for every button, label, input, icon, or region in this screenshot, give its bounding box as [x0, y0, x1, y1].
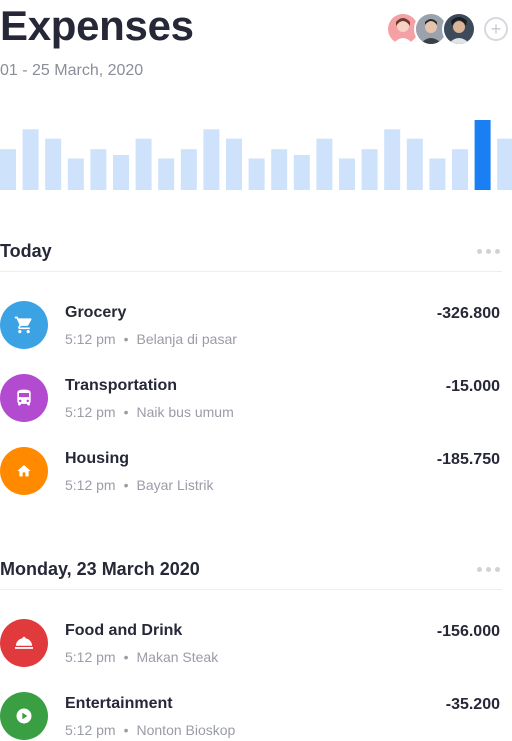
item-amount: -35.200	[445, 696, 500, 713]
bar-chart-svg	[0, 120, 512, 191]
chart-bar[interactable]	[271, 149, 288, 190]
item-name: Grocery	[65, 304, 127, 321]
item-time: 5:12 pm	[65, 477, 116, 493]
item-note: Naik bus umum	[136, 404, 234, 420]
chart-bar[interactable]	[361, 149, 378, 190]
meta-separator: •	[123, 649, 129, 665]
chart-bar[interactable]	[203, 129, 220, 190]
chart-bar[interactable]	[45, 138, 62, 190]
chart-bar[interactable]	[452, 149, 468, 190]
item-note: Belanja di pasar	[136, 331, 237, 347]
item-meta: 5:12 pm • Bayar Listrik	[65, 477, 214, 493]
item-name: Entertainment	[65, 695, 173, 712]
item-meta: 5:12 pm • Makan Steak	[65, 649, 218, 665]
item-note: Nonton Bioskop	[136, 722, 236, 738]
item-name: Food and Drink	[65, 622, 183, 639]
section-title: Monday, 23 March 2020	[0, 559, 200, 579]
chart-bar[interactable]	[406, 138, 423, 190]
section-header-today: Today	[0, 241, 502, 272]
item-time: 5:12 pm	[65, 331, 116, 347]
item-name: Housing	[65, 450, 129, 467]
item-meta: 5:12 pm • Nonton Bioskop	[65, 722, 235, 738]
item-time: 5:12 pm	[65, 404, 116, 420]
chart-bar[interactable]	[339, 158, 355, 191]
chart-bar[interactable]	[248, 158, 265, 191]
item-name: Transportation	[65, 377, 178, 394]
page-title: Expenses	[0, 2, 194, 49]
chart-bar[interactable]	[158, 158, 175, 191]
meta-separator: •	[123, 722, 129, 738]
chart-bar[interactable]	[135, 138, 152, 190]
chart-bar[interactable]	[0, 149, 16, 190]
chart-bar[interactable]	[316, 138, 333, 190]
chart-bar[interactable]	[22, 129, 39, 190]
item-amount: -156.000	[436, 623, 500, 640]
item-amount: -326.800	[436, 305, 500, 322]
avatar-group: +	[386, 12, 512, 46]
chart-bar[interactable]	[429, 158, 446, 191]
item-meta: 5:12 pm • Naik bus umum	[65, 404, 234, 420]
home-icon	[0, 447, 48, 495]
expenses-page: Expenses 01 - 25 March, 2020 + Today Gro…	[0, 0, 512, 741]
bus-icon	[0, 374, 48, 422]
list-item-transportation[interactable]: Transportation 5:12 pm • Naik bus umum -15…	[0, 374, 502, 430]
chart-bar[interactable]	[113, 155, 129, 190]
list-item-housing[interactable]: Housing 5:12 pm • Bayar Listrik -185.750	[0, 447, 502, 503]
meta-separator: •	[123, 404, 129, 420]
item-note: Bayar Listrik	[136, 477, 214, 493]
chart-bar[interactable]	[293, 155, 310, 190]
item-note: Makan Steak	[136, 649, 219, 665]
item-time: 5:12 pm	[65, 722, 116, 738]
play-icon	[0, 692, 48, 740]
more-options-icon[interactable]	[477, 249, 500, 254]
meta-separator: •	[123, 331, 129, 347]
item-amount: -15.000	[445, 378, 500, 395]
date-range[interactable]: 01 - 25 March, 2020	[0, 62, 143, 80]
more-options-icon[interactable]	[477, 567, 500, 572]
expenses-bar-chart	[0, 120, 512, 192]
meta-separator: •	[123, 477, 129, 493]
food-cloche-icon	[0, 619, 48, 667]
section-title: Today	[0, 241, 52, 261]
item-meta: 5:12 pm • Belanja di pasar	[65, 331, 237, 347]
list-item-grocery[interactable]: Grocery 5:12 pm • Belanja di pasar -326.80…	[0, 301, 502, 357]
cart-icon	[0, 301, 48, 349]
list-item-entertainment[interactable]: Entertainment 5:12 pm • Nonton Bioskop -35…	[0, 692, 502, 741]
item-amount: -185.750	[436, 451, 500, 468]
add-member-button[interactable]: +	[484, 17, 508, 41]
chart-bar[interactable]	[90, 149, 107, 190]
chart-bar[interactable]	[180, 149, 197, 190]
item-time: 5:12 pm	[65, 649, 116, 665]
chart-bar[interactable]	[226, 138, 242, 190]
section-header-monday: Monday, 23 March 2020	[0, 559, 502, 590]
chart-bar[interactable]	[497, 138, 512, 190]
chart-bar-active[interactable]	[474, 120, 491, 190]
avatar[interactable]	[442, 12, 476, 46]
list-item-food-and-drink[interactable]: Food and Drink 5:12 pm • Makan Steak -156.…	[0, 619, 502, 675]
chart-bar[interactable]	[67, 158, 84, 191]
chart-bar[interactable]	[384, 129, 401, 190]
